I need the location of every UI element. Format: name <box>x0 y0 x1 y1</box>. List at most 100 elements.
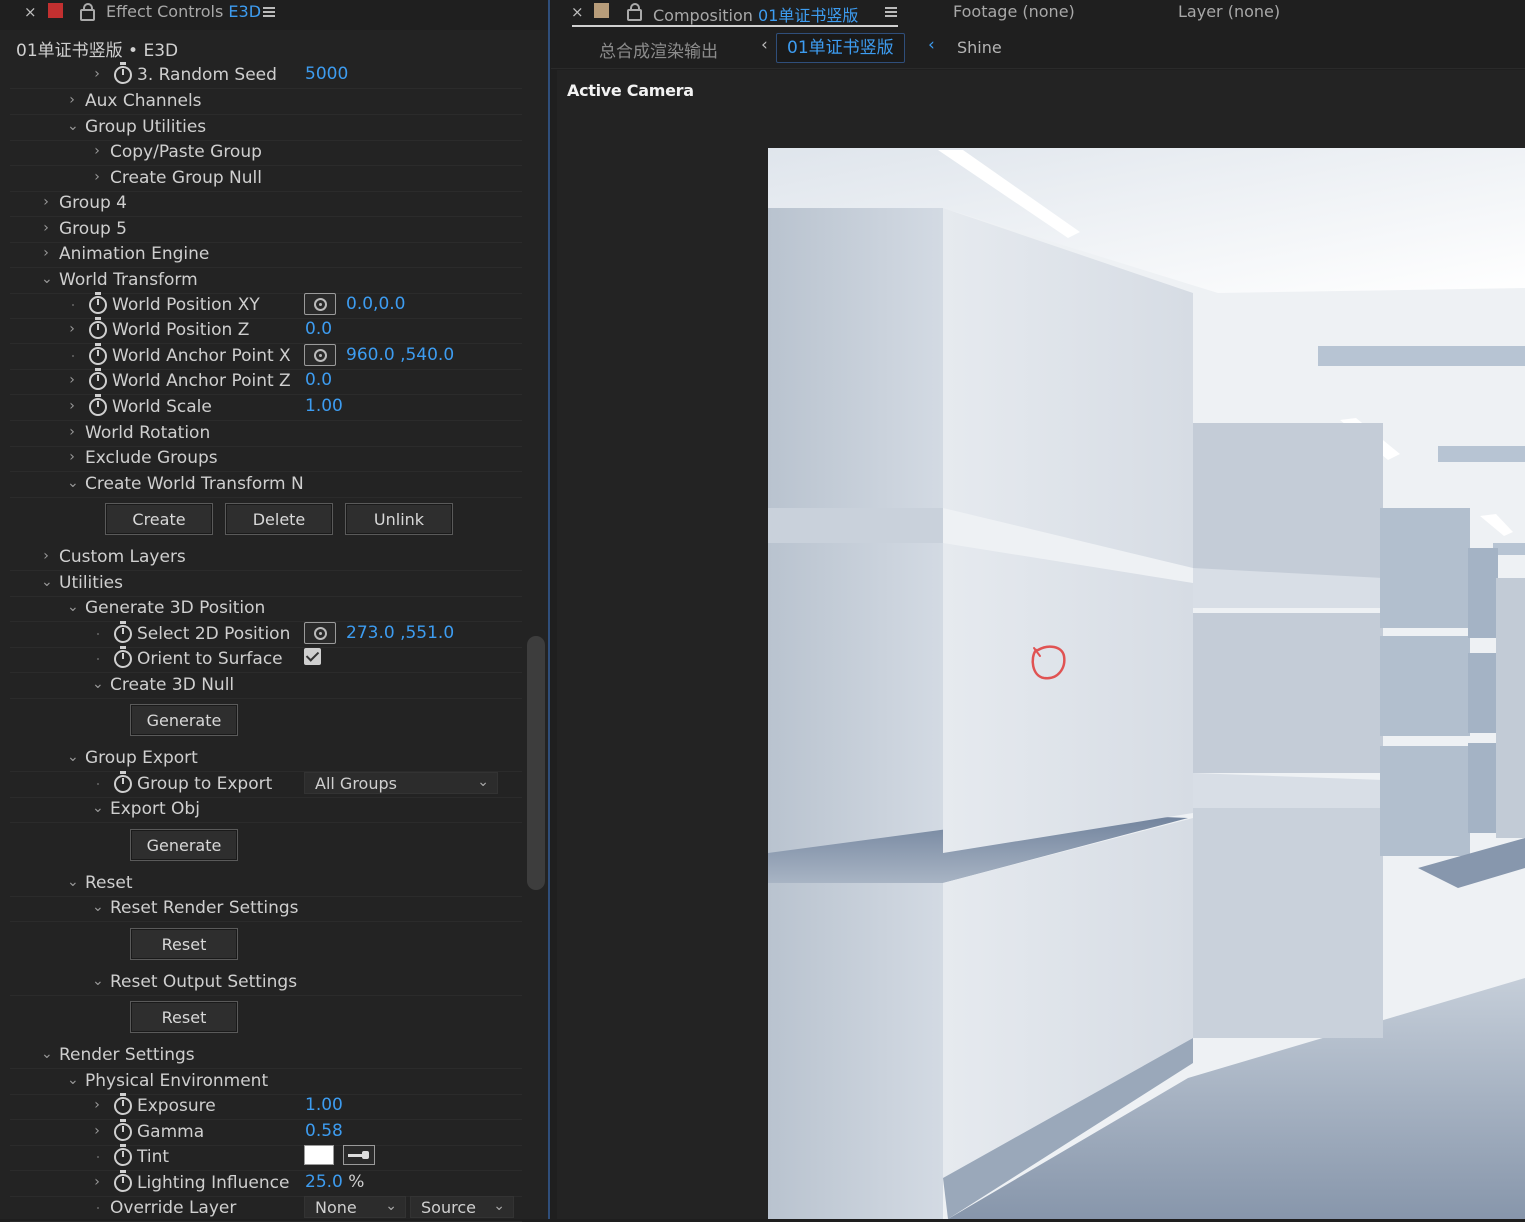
stopwatch-icon[interactable] <box>89 368 107 390</box>
point-target-icon[interactable] <box>304 344 336 366</box>
point-target-icon[interactable] <box>304 293 336 315</box>
property-value[interactable]: 960.0 ,540.0 <box>346 345 454 365</box>
property-row-group-5[interactable]: › Group 5 <box>10 217 522 243</box>
property-row-tint[interactable]: Tint <box>10 1144 522 1171</box>
property-row-world-position-xy[interactable]: World Position XY 0.0,0.0 <box>10 292 522 319</box>
property-row-world-anchor-point-x[interactable]: World Anchor Point X 960.0 ,540.0 <box>10 343 522 370</box>
twirl-open-icon[interactable]: ⌄ <box>67 749 79 765</box>
twirl-closed-icon[interactable]: › <box>41 220 51 236</box>
property-row-create-3d-null[interactable]: ⌄ Create 3D Null <box>10 673 522 699</box>
property-row-utilities[interactable]: ⌄ Utilities <box>10 571 522 597</box>
property-row-render-settings[interactable]: ⌄ Render Settings <box>10 1043 522 1069</box>
create-button[interactable]: Create <box>105 503 213 535</box>
twirl-closed-icon[interactable]: › <box>67 424 77 440</box>
property-row-aux-channels[interactable]: › Aux Channels <box>10 89 522 115</box>
property-row-world-scale[interactable]: › World Scale 1.00 <box>10 394 522 421</box>
close-tab-icon[interactable]: × <box>571 3 584 21</box>
stopwatch-icon[interactable] <box>89 394 107 416</box>
orient-checkbox[interactable] <box>304 648 321 665</box>
property-row-override-layer[interactable]: Override Layer None ⌄ Source ⌄ <box>10 1196 522 1222</box>
breadcrumb-active[interactable]: 01单证书竖版 <box>776 33 905 63</box>
property-value[interactable]: 0.0,0.0 <box>346 294 405 314</box>
twirl-closed-icon[interactable]: › <box>67 321 77 337</box>
twirl-closed-icon[interactable]: › <box>92 169 102 185</box>
layer-tab[interactable]: Layer (none) <box>1178 2 1280 21</box>
property-row-create-world-transform-n[interactable]: ⌄ Create World Transform N <box>10 472 522 498</box>
property-row-world-rotation[interactable]: › World Rotation <box>10 421 522 447</box>
property-row-world-position-z[interactable]: › World Position Z 0.0 <box>10 317 522 344</box>
twirl-open-icon[interactable]: ⌄ <box>92 973 104 989</box>
stopwatch-icon[interactable] <box>114 621 132 643</box>
group-to-export-dropdown[interactable]: All Groups ⌄ <box>304 772 498 794</box>
twirl-closed-icon[interactable]: › <box>92 1123 102 1139</box>
twirl-open-icon[interactable]: ⌄ <box>92 676 104 692</box>
twirl-closed-icon[interactable]: › <box>67 372 77 388</box>
property-row-world-transform[interactable]: ⌄ World Transform <box>10 268 522 294</box>
twirl-closed-icon[interactable]: › <box>67 92 77 108</box>
stopwatch-icon[interactable] <box>89 292 107 314</box>
stopwatch-icon[interactable] <box>114 1144 132 1166</box>
property-value[interactable]: 273.0 ,551.0 <box>346 623 454 643</box>
twirl-closed-icon[interactable]: › <box>92 1174 102 1190</box>
property-row-orient-to-surface[interactable]: Orient to Surface <box>10 646 522 673</box>
stopwatch-icon[interactable] <box>114 62 132 84</box>
property-row-lighting-influence[interactable]: › Lighting Influence 25.0 % <box>10 1170 522 1197</box>
stopwatch-icon[interactable] <box>89 343 107 365</box>
property-value[interactable]: 25.0 % <box>305 1172 364 1192</box>
override-source-dropdown[interactable]: Source ⌄ <box>410 1196 514 1218</box>
property-value[interactable]: 5000 <box>305 64 348 84</box>
vertical-scrollbar[interactable] <box>527 636 545 890</box>
twirl-open-icon[interactable]: ⌄ <box>41 271 53 287</box>
twirl-open-icon[interactable]: ⌄ <box>92 800 104 816</box>
stopwatch-icon[interactable] <box>114 646 132 668</box>
twirl-closed-icon[interactable]: › <box>92 143 102 159</box>
property-row-exclude-groups[interactable]: › Exclude Groups <box>10 446 522 472</box>
property-value[interactable]: 1.00 <box>305 1095 343 1115</box>
property-row-group-to-export[interactable]: Group to Export All Groups ⌄ <box>10 771 522 798</box>
twirl-open-icon[interactable]: ⌄ <box>67 118 79 134</box>
generate-null-button[interactable]: Generate <box>130 704 238 736</box>
footage-tab[interactable]: Footage (none) <box>953 2 1075 21</box>
twirl-closed-icon[interactable]: › <box>41 245 51 261</box>
panel-menu-icon[interactable] <box>885 7 897 9</box>
point-target-icon[interactable] <box>304 622 336 644</box>
property-row-create-group-null[interactable]: › Create Group Null <box>10 166 522 192</box>
property-row-select-2d-position[interactable]: Select 2D Position 273.0 ,551.0 <box>10 621 522 648</box>
property-value[interactable]: 0.0 <box>305 319 332 339</box>
twirl-open-icon[interactable]: ⌄ <box>41 1046 53 1062</box>
property-row-world-anchor-point-z[interactable]: › World Anchor Point Z 0.0 <box>10 368 522 395</box>
breadcrumb-parent[interactable]: 总合成渲染输出 <box>599 37 718 62</box>
composition-tab[interactable]: Composition 01单证书竖版 <box>653 2 858 26</box>
twirl-open-icon[interactable]: ⌄ <box>67 1072 79 1088</box>
override-layer-dropdown[interactable]: None ⌄ <box>304 1196 406 1218</box>
breadcrumb-child[interactable]: Shine <box>957 38 1002 57</box>
stopwatch-icon[interactable] <box>114 1093 132 1115</box>
property-row-reset[interactable]: ⌄ Reset <box>10 871 522 897</box>
property-row-export-obj[interactable]: ⌄ Export Obj <box>10 797 522 823</box>
property-row-exposure[interactable]: › Exposure 1.00 <box>10 1093 522 1120</box>
property-row-random-seed[interactable]: › 3. Random Seed 5000 <box>10 62 522 89</box>
reset-output-button[interactable]: Reset <box>130 1001 238 1033</box>
effect-controls-tab[interactable]: × Effect Controls E3D <box>0 0 548 30</box>
property-row-custom-layers[interactable]: › Custom Layers <box>10 545 522 571</box>
property-row-animation-engine[interactable]: › Animation Engine <box>10 242 522 268</box>
twirl-open-icon[interactable]: ⌄ <box>67 475 79 491</box>
twirl-closed-icon[interactable]: › <box>92 1097 102 1113</box>
stopwatch-icon[interactable] <box>114 1170 132 1192</box>
property-row-generate-3d-position[interactable]: ⌄ Generate 3D Position <box>10 596 522 622</box>
property-row-gamma[interactable]: › Gamma 0.58 <box>10 1119 522 1146</box>
breadcrumb-left-arrow-icon[interactable]: ‹ <box>761 35 768 55</box>
twirl-open-icon[interactable]: ⌄ <box>92 899 104 915</box>
property-row-physical-environment[interactable]: ⌄ Physical Environment <box>10 1069 522 1095</box>
eyedropper-icon[interactable] <box>343 1145 375 1165</box>
twirl-closed-icon[interactable]: › <box>41 194 51 210</box>
close-tab-icon[interactable]: × <box>24 3 37 21</box>
unlink-button[interactable]: Unlink <box>345 503 453 535</box>
delete-button[interactable]: Delete <box>225 503 333 535</box>
twirl-closed-icon[interactable]: › <box>92 66 102 82</box>
property-row-copy-paste-group[interactable]: › Copy/Paste Group <box>10 140 522 166</box>
property-value[interactable]: 0.58 <box>305 1121 343 1141</box>
property-row-group-4[interactable]: › Group 4 <box>10 191 522 217</box>
twirl-open-icon[interactable]: ⌄ <box>67 599 79 615</box>
lock-icon[interactable] <box>80 3 95 21</box>
